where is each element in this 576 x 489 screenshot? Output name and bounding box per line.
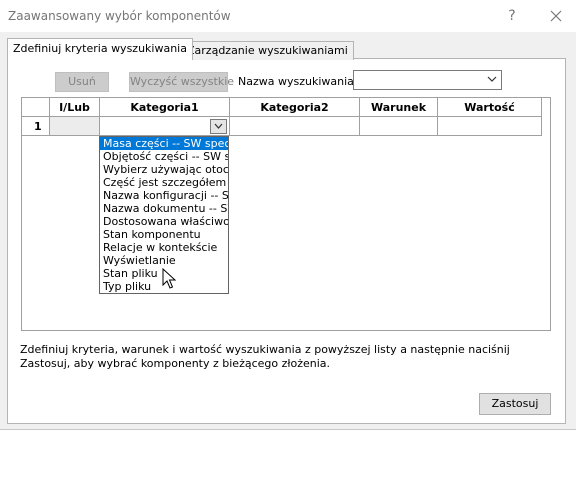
instructions-text: Zdefiniuj kryteria, warunek i wartość wy…	[20, 343, 510, 370]
grid-header-corner	[22, 98, 50, 117]
help-icon: ?	[508, 8, 516, 24]
category1-dropdown-button[interactable]	[210, 118, 227, 134]
apply-button[interactable]: Zastosuj	[479, 393, 551, 415]
chevron-down-icon	[214, 123, 223, 129]
search-name-combo[interactable]	[353, 70, 502, 90]
dropdown-option[interactable]: Masa części -- SW specjalna	[100, 137, 228, 150]
grid-cell-and-or[interactable]	[50, 117, 100, 136]
grid-cell-category2[interactable]	[230, 117, 360, 136]
grid-header-category2[interactable]: Kategoria2	[230, 98, 360, 117]
advanced-component-selection-dialog: Zaawansowany wybór komponentów ? Zdefini…	[0, 0, 576, 430]
tab-manage-searches[interactable]: Zarządzanie wyszukiwaniami	[181, 41, 354, 60]
dropdown-option[interactable]: Relacje w kontekście	[100, 241, 228, 254]
clear-all-button[interactable]: Wyczyść wszystkie	[129, 72, 234, 92]
grid-cell-value[interactable]	[438, 117, 542, 136]
dropdown-option[interactable]: Nazwa dokumentu -- SW specjalna	[100, 202, 228, 215]
grid-row-number[interactable]: 1	[22, 117, 50, 136]
grid-cell-category1[interactable]	[100, 117, 230, 136]
mouse-pointer-icon	[162, 268, 176, 289]
search-name-label: Nazwa wyszukiwania:	[238, 75, 358, 88]
close-icon	[550, 10, 562, 22]
grid-cell-condition[interactable]	[360, 117, 438, 136]
remove-button[interactable]: Usuń	[55, 72, 109, 92]
grid-header-condition[interactable]: Warunek	[360, 98, 438, 117]
dropdown-option[interactable]: Wybierz używając otoczki	[100, 163, 228, 176]
title-bar: Zaawansowany wybór komponentów ?	[0, 0, 576, 32]
dropdown-option[interactable]: Objętość części -- SW specjalna	[100, 150, 228, 163]
dropdown-option[interactable]: Wyświetlanie	[100, 254, 228, 267]
tab-define-criteria[interactable]: Zdefiniuj kryteria wyszukiwania	[7, 38, 193, 60]
close-button[interactable]	[541, 4, 571, 28]
help-button[interactable]: ?	[497, 4, 527, 28]
dropdown-option[interactable]: Część jest szczegółem wewnętrznym	[100, 176, 228, 189]
dropdown-option[interactable]: Dostosowana właściwość	[100, 215, 228, 228]
window-title: Zaawansowany wybór komponentów	[8, 9, 231, 23]
dropdown-option[interactable]: Stan komponentu	[100, 228, 228, 241]
dropdown-option[interactable]: Nazwa konfiguracji -- SW specjalna	[100, 189, 228, 202]
chevron-down-icon	[487, 76, 497, 82]
grid-header-value[interactable]: Wartość	[438, 98, 542, 117]
grid-header-and-or[interactable]: I/Lub	[50, 98, 100, 117]
grid-header-category1[interactable]: Kategoria1	[100, 98, 230, 117]
